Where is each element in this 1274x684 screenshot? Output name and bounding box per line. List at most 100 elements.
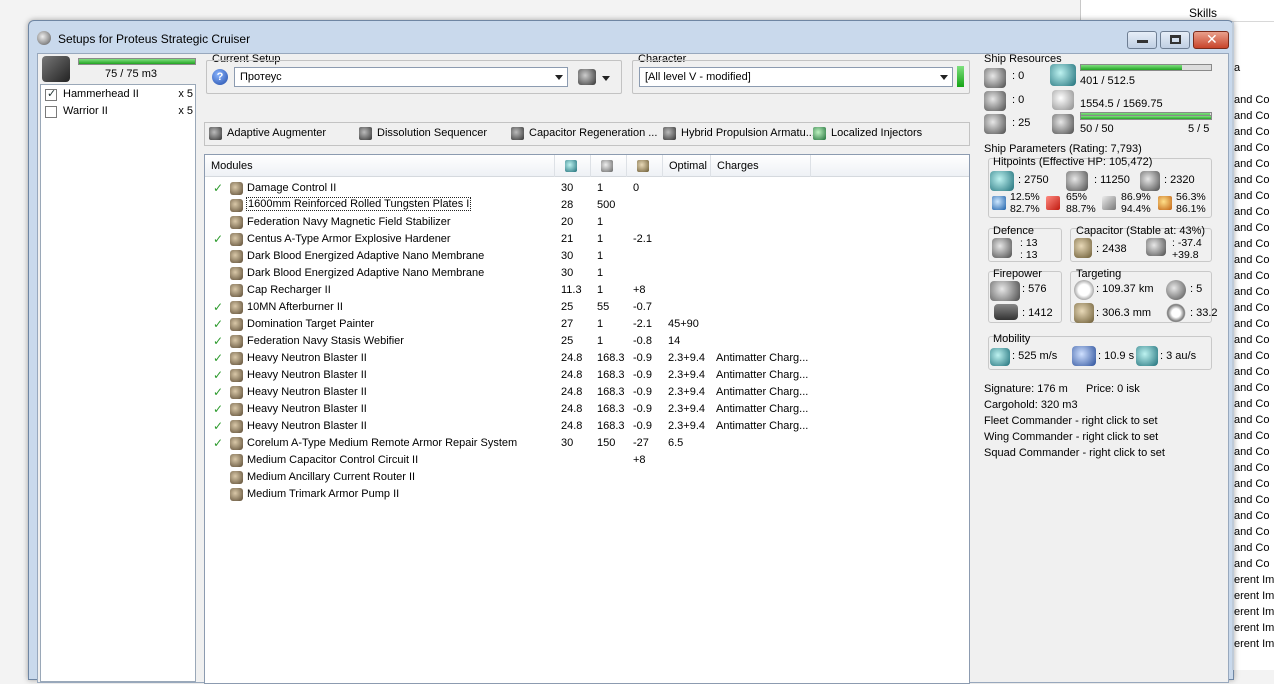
module-cpu: 30 xyxy=(561,250,574,262)
drone-bay-capacity: 75 / 75 m3 xyxy=(105,68,157,80)
module-powergrid: 55 xyxy=(597,301,610,313)
drone-row[interactable]: Hammerhead II x 5 xyxy=(45,87,193,103)
online-check-icon[interactable]: ✓ xyxy=(213,232,223,246)
ship-resources-title: Ship Resources xyxy=(984,53,1062,65)
capacitor-delta-recharge: +39.8 xyxy=(1172,249,1199,261)
module-row[interactable]: Medium Trimark Armor Pump II xyxy=(205,486,969,503)
squad-commander[interactable]: Squad Commander - right click to set xyxy=(984,447,1165,459)
drone-bandwidth-value: 50 / 50 xyxy=(1080,123,1114,135)
online-check-icon[interactable]: ✓ xyxy=(213,402,223,416)
background-list-item: erent Imp xyxy=(1234,590,1274,602)
kinetic-resist-shield: 86.9% xyxy=(1121,191,1151,203)
max-velocity: : 525 m/s xyxy=(1012,350,1058,362)
online-check-icon[interactable]: ✓ xyxy=(213,317,223,331)
column-header-cpu[interactable] xyxy=(555,155,591,177)
online-check-icon[interactable]: ✓ xyxy=(213,368,223,382)
drone-checkbox[interactable] xyxy=(45,106,57,118)
background-list-item: and Co xyxy=(1234,238,1270,250)
powergrid-icon xyxy=(1052,90,1074,110)
module-capacitor: -0.9 xyxy=(633,403,652,415)
module-row[interactable]: ✓ Heavy Neutron Blaster II 24.8 168.3 -0.9 2.… xyxy=(205,418,969,435)
skills-label: Skills xyxy=(1189,6,1218,20)
explosive-resist-armor: 86.1% xyxy=(1176,203,1206,215)
drone-checkbox[interactable] xyxy=(45,87,57,101)
scan-resolution: : 306.3 mm xyxy=(1096,307,1152,319)
column-header-capacitor[interactable] xyxy=(627,155,663,177)
module-row[interactable]: Federation Navy Magnetic Field Stabilize… xyxy=(205,214,969,231)
module-cpu: 30 xyxy=(561,267,574,279)
module-icon xyxy=(230,284,243,297)
explosive-resist-shield: 56.3% xyxy=(1176,191,1206,203)
minimize-button[interactable] xyxy=(1127,31,1157,49)
maximize-button[interactable] xyxy=(1160,31,1190,49)
cargohold: Cargohold: 320 m3 xyxy=(984,399,1078,411)
defence-title: Defence xyxy=(993,225,1034,237)
module-row[interactable]: ✓ Federation Navy Stasis Webifier 25 1 -0.8 1… xyxy=(205,333,969,350)
module-powergrid: 1 xyxy=(597,284,604,296)
module-powergrid: 1 xyxy=(597,250,604,262)
background-list-item: and Co xyxy=(1234,142,1270,154)
module-icon xyxy=(230,369,243,382)
wing-commander[interactable]: Wing Commander - right click to set xyxy=(984,431,1158,443)
online-check-icon[interactable]: ✓ xyxy=(213,181,223,195)
turret-dps-icon xyxy=(990,281,1020,301)
module-name: Heavy Neutron Blaster II xyxy=(247,352,367,364)
module-row[interactable]: ✓ Corelum A-Type Medium Remote Armor Repa… xyxy=(205,435,969,452)
setup-menu-chevron-icon[interactable] xyxy=(602,76,610,81)
current-setup-combo[interactable]: Протеус xyxy=(234,67,568,87)
online-check-icon[interactable]: ✓ xyxy=(213,351,223,365)
module-row[interactable]: ✓ Heavy Neutron Blaster II 24.8 168.3 -0.9 2.… xyxy=(205,401,969,418)
online-check-icon[interactable]: ✓ xyxy=(213,436,223,450)
module-row[interactable]: ✓ Heavy Neutron Blaster II 24.8 168.3 -0.9 2.… xyxy=(205,384,969,401)
warp-speed: : 3 au/s xyxy=(1160,350,1197,362)
module-row[interactable]: Medium Capacitor Control Circuit II +8 xyxy=(205,452,969,469)
module-capacitor: -0.8 xyxy=(633,335,652,347)
module-row[interactable]: ✓ 10MN Afterburner II 25 55 -0.7 xyxy=(205,299,969,316)
column-header-charges[interactable]: Charges xyxy=(711,155,811,177)
online-check-icon[interactable]: ✓ xyxy=(213,419,223,433)
close-button[interactable]: ✕ xyxy=(1193,31,1229,49)
close-icon: ✕ xyxy=(1206,31,1218,47)
character-combo[interactable]: [All level V - modified] xyxy=(639,67,953,87)
module-name: Heavy Neutron Blaster II xyxy=(247,369,367,381)
module-row[interactable]: Cap Recharger II 11.3 1 +8 xyxy=(205,282,969,299)
module-row[interactable]: Dark Blood Energized Adaptive Nano Membr… xyxy=(205,248,969,265)
module-row[interactable]: ✓ Heavy Neutron Blaster II 24.8 168.3 -0.9 2.… xyxy=(205,350,969,367)
module-row[interactable]: Dark Blood Energized Adaptive Nano Membr… xyxy=(205,265,969,282)
module-icon xyxy=(230,352,243,365)
module-row[interactable]: ✓ Domination Target Painter 27 1 -2.1 45+90 xyxy=(205,316,969,333)
column-header-modules[interactable]: Modules xyxy=(205,155,555,177)
online-check-icon[interactable]: ✓ xyxy=(213,385,223,399)
title-bar[interactable]: Setups for Proteus Strategic Cruiser ✕ xyxy=(29,21,1233,53)
module-row[interactable]: Medium Ancillary Current Router II xyxy=(205,469,969,486)
shield-hp: : 2750 xyxy=(1018,174,1049,186)
module-icon xyxy=(230,233,243,246)
background-list-item: and Co xyxy=(1234,174,1270,186)
column-header-optimal[interactable]: Optimal xyxy=(663,155,711,177)
drone-row[interactable]: Warrior II x 5 xyxy=(45,104,193,120)
online-check-icon[interactable]: ✓ xyxy=(213,300,223,314)
thermal-resist-armor: 88.7% xyxy=(1066,203,1096,215)
online-check-icon[interactable]: ✓ xyxy=(213,334,223,348)
module-row[interactable]: ✓ Damage Control II 30 1 0 xyxy=(205,180,969,197)
capacitor-amount: : 2438 xyxy=(1096,243,1127,255)
module-row[interactable]: ✓ Centus A-Type Armor Explosive Hardener 2… xyxy=(205,231,969,248)
setup-menu-icon[interactable] xyxy=(578,69,596,85)
fleet-commander[interactable]: Fleet Commander - right click to set xyxy=(984,415,1158,427)
column-header-powergrid[interactable] xyxy=(591,155,627,177)
background-list-item: and Co xyxy=(1234,478,1270,490)
defence-value-2: : 13 xyxy=(1020,249,1038,261)
background-list-item: erent Imp xyxy=(1234,606,1274,618)
help-icon[interactable]: ? xyxy=(212,69,228,85)
armor-icon xyxy=(1066,171,1088,191)
module-name: Heavy Neutron Blaster II xyxy=(247,403,367,415)
module-capacitor: -0.9 xyxy=(633,352,652,364)
module-name: Corelum A-Type Medium Remote Armor Repai… xyxy=(247,437,518,449)
module-name: Medium Ancillary Current Router II xyxy=(247,471,416,483)
capacitor-icon xyxy=(637,160,649,172)
module-row[interactable]: ✓ Heavy Neutron Blaster II 24.8 168.3 -0.9 2.… xyxy=(205,367,969,384)
ship-parameters-title: Ship Parameters (Rating: 7,793) xyxy=(984,143,1142,155)
thermal-resist-icon xyxy=(1046,196,1060,210)
align-time-icon xyxy=(1072,346,1096,366)
module-row[interactable]: 1600mm Reinforced Rolled Tungsten Plates… xyxy=(205,197,969,214)
